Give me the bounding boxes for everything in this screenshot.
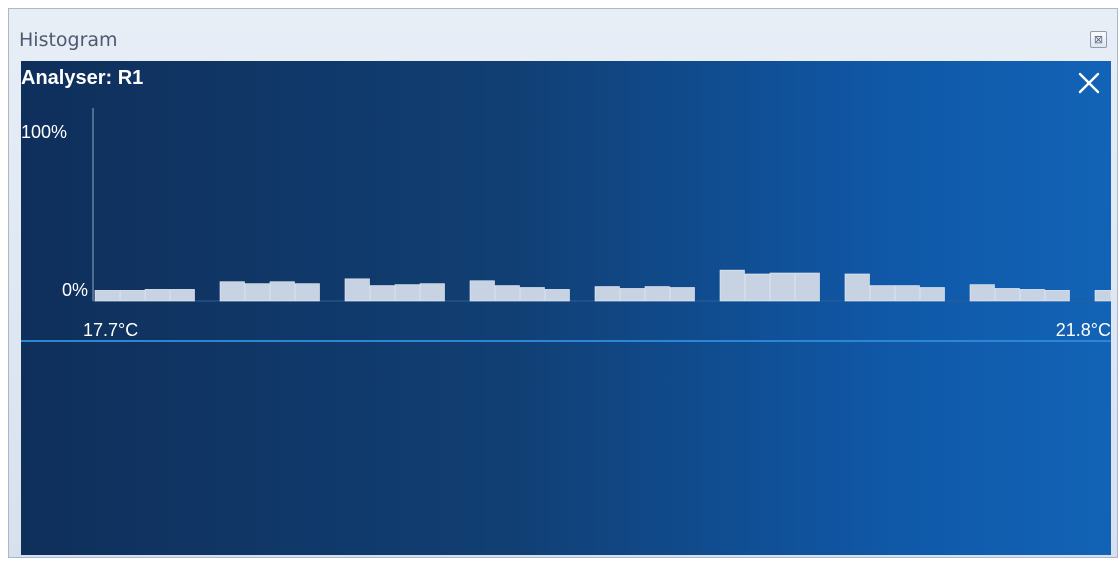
histogram-bar	[494, 285, 520, 302]
histogram-bar	[594, 286, 620, 302]
histogram-bar	[394, 284, 420, 302]
histogram-bar	[544, 289, 570, 302]
histogram-bar	[844, 273, 870, 302]
panel-divider	[21, 340, 1111, 342]
histogram-bar	[869, 285, 895, 302]
histogram-chart: 100% 0% 17.7°C 21.8°C	[21, 108, 1111, 340]
histogram-bar	[994, 288, 1020, 302]
histogram-bar	[619, 288, 645, 302]
histogram-bar	[119, 290, 145, 302]
histogram-panel: Analyser: R1 100% 0% 17.7°C 21.8°C	[21, 61, 1111, 555]
histogram-bar	[519, 287, 545, 302]
window-titlebar: Histogram ⊠	[9, 9, 1117, 61]
histogram-bar	[244, 283, 270, 302]
histogram-bar	[1094, 290, 1111, 302]
histogram-bar	[769, 272, 795, 302]
histogram-bar	[369, 285, 395, 302]
histogram-bar	[794, 272, 820, 302]
histogram-window: Histogram ⊠ Analyser: R1 100% 0% 17.7°C …	[8, 8, 1118, 558]
histogram-bar	[919, 287, 945, 302]
histogram-bar	[294, 283, 320, 302]
x-tick-label-max: 21.8°C	[1056, 320, 1111, 340]
histogram-bar	[744, 273, 770, 302]
histogram-bar	[144, 289, 170, 302]
bar-group	[94, 269, 1111, 302]
x-tick-label-min: 17.7°C	[83, 320, 138, 340]
histogram-bar	[94, 290, 120, 302]
histogram-bar	[269, 281, 295, 302]
y-tick-label-bottom: 0%	[62, 280, 88, 300]
y-tick-label-top: 100%	[21, 122, 67, 142]
histogram-bar	[1019, 289, 1045, 302]
histogram-bar	[169, 289, 195, 302]
window-close-button[interactable]: ⊠	[1090, 31, 1107, 48]
window-title: Histogram	[19, 29, 118, 51]
histogram-bar	[419, 283, 445, 302]
histogram-bar	[719, 269, 745, 302]
histogram-bar	[894, 285, 920, 302]
histogram-bar	[1044, 290, 1070, 302]
histogram-bar	[344, 278, 370, 302]
histogram-bar	[644, 286, 670, 302]
histogram-bar	[669, 287, 695, 302]
histogram-bar	[469, 280, 495, 302]
histogram-bar	[969, 284, 995, 302]
histogram-bar	[219, 281, 245, 302]
